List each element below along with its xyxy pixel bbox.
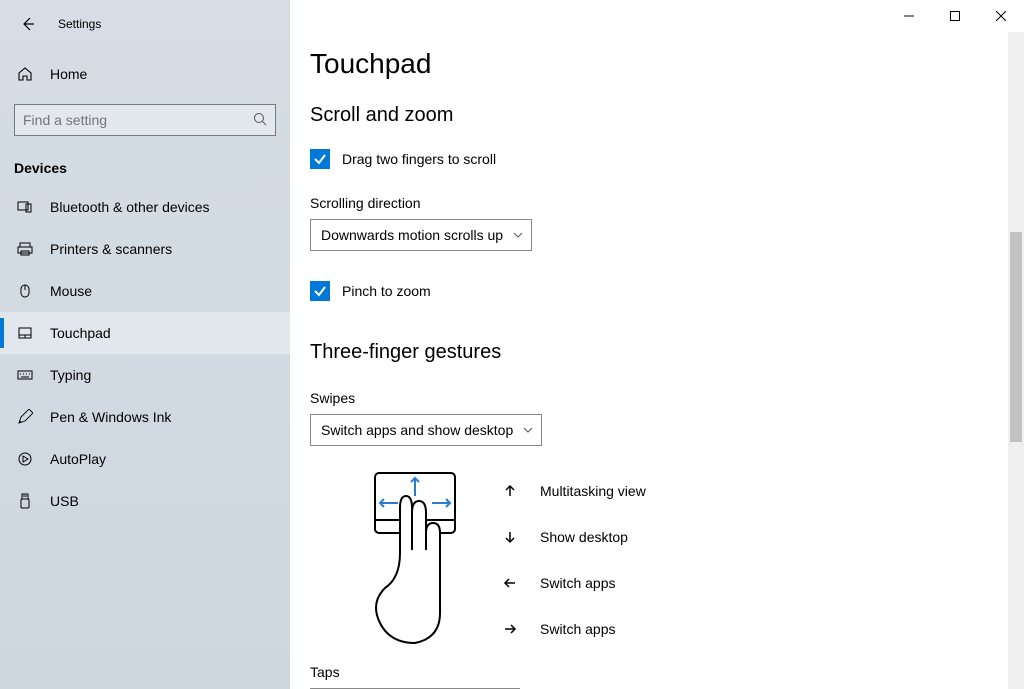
- arrow-up-icon: [500, 484, 520, 498]
- page-title: Touchpad: [310, 48, 1024, 80]
- nav-label: Bluetooth & other devices: [50, 199, 210, 215]
- home-label: Home: [50, 66, 87, 82]
- arrow-left-icon: [500, 576, 520, 590]
- nav-item-usb[interactable]: USB: [0, 480, 290, 522]
- checkbox-label: Drag two fingers to scroll: [342, 151, 496, 167]
- keyboard-icon: [16, 367, 34, 383]
- arrow-down-icon: [500, 530, 520, 544]
- printer-icon: [16, 241, 34, 257]
- nav-item-bluetooth[interactable]: Bluetooth & other devices: [0, 186, 290, 228]
- check-icon: [313, 284, 327, 298]
- combo-value: Switch apps and show desktop: [321, 422, 513, 438]
- arrow-right-icon: [500, 622, 520, 636]
- chevron-down-icon: [523, 427, 533, 433]
- check-icon: [313, 152, 327, 166]
- devices-icon: [16, 199, 34, 215]
- usb-icon: [16, 493, 34, 509]
- swipes-combo[interactable]: Switch apps and show desktop: [310, 414, 542, 446]
- search-input[interactable]: [14, 104, 276, 136]
- scrollbar-thumb[interactable]: [1010, 232, 1022, 442]
- nav-item-printers[interactable]: Printers & scanners: [0, 228, 290, 270]
- maximize-button[interactable]: [932, 0, 978, 32]
- nav-label: Printers & scanners: [50, 241, 172, 257]
- maximize-icon: [950, 11, 960, 21]
- gesture-diagram: [350, 468, 470, 652]
- gesture-label: Switch apps: [540, 621, 615, 637]
- pen-icon: [16, 409, 34, 425]
- nav-label: Pen & Windows Ink: [50, 409, 171, 425]
- chevron-down-icon: [513, 232, 523, 238]
- nav-item-touchpad[interactable]: Touchpad: [0, 312, 290, 354]
- scrolling-direction-combo[interactable]: Downwards motion scrolls up: [310, 219, 532, 251]
- nav-item-pen[interactable]: Pen & Windows Ink: [0, 396, 290, 438]
- scrolling-direction-label: Scrolling direction: [310, 195, 1024, 211]
- gesture-list: Multitasking view Show desktop Switch ap…: [500, 468, 646, 652]
- swipes-label: Swipes: [310, 390, 1024, 406]
- nav-label: Mouse: [50, 283, 92, 299]
- nav-item-typing[interactable]: Typing: [0, 354, 290, 396]
- checkbox-label: Pinch to zoom: [342, 283, 431, 299]
- section-three-finger: Three-finger gestures: [310, 341, 1024, 364]
- mouse-icon: [16, 283, 34, 299]
- main-content: Touchpad Scroll and zoom Drag two finger…: [290, 0, 1024, 689]
- minimize-button[interactable]: [886, 0, 932, 32]
- section-scroll-zoom: Scroll and zoom: [310, 104, 1024, 127]
- app-title: Settings: [58, 17, 101, 31]
- taps-label: Taps: [310, 664, 1024, 680]
- gesture-label: Multitasking view: [540, 483, 646, 499]
- back-arrow-icon: [20, 16, 36, 32]
- autoplay-icon: [16, 451, 34, 467]
- nav-item-mouse[interactable]: Mouse: [0, 270, 290, 312]
- nav-item-autoplay[interactable]: AutoPlay: [0, 438, 290, 480]
- home-nav[interactable]: Home: [0, 54, 290, 94]
- close-icon: [996, 11, 1006, 21]
- checkbox-pinch-zoom[interactable]: [310, 281, 330, 301]
- nav-group-label: Devices: [14, 160, 290, 176]
- home-icon: [16, 66, 34, 82]
- search-icon: [252, 111, 268, 127]
- touchpad-icon: [16, 325, 34, 341]
- back-button[interactable]: [16, 12, 40, 36]
- nav-label: AutoPlay: [50, 451, 106, 467]
- nav-label: Touchpad: [50, 325, 111, 341]
- scrollbar[interactable]: [1008, 32, 1024, 689]
- checkbox-drag-scroll[interactable]: [310, 149, 330, 169]
- nav-label: Typing: [50, 367, 91, 383]
- gesture-label: Show desktop: [540, 529, 628, 545]
- gesture-label: Switch apps: [540, 575, 615, 591]
- minimize-icon: [904, 11, 914, 21]
- nav-list: Bluetooth & other devices Printers & sca…: [0, 186, 290, 522]
- combo-value: Downwards motion scrolls up: [321, 227, 503, 243]
- close-button[interactable]: [978, 0, 1024, 32]
- nav-label: USB: [50, 493, 79, 509]
- sidebar: Settings Home Devices Bluetooth & other …: [0, 0, 290, 689]
